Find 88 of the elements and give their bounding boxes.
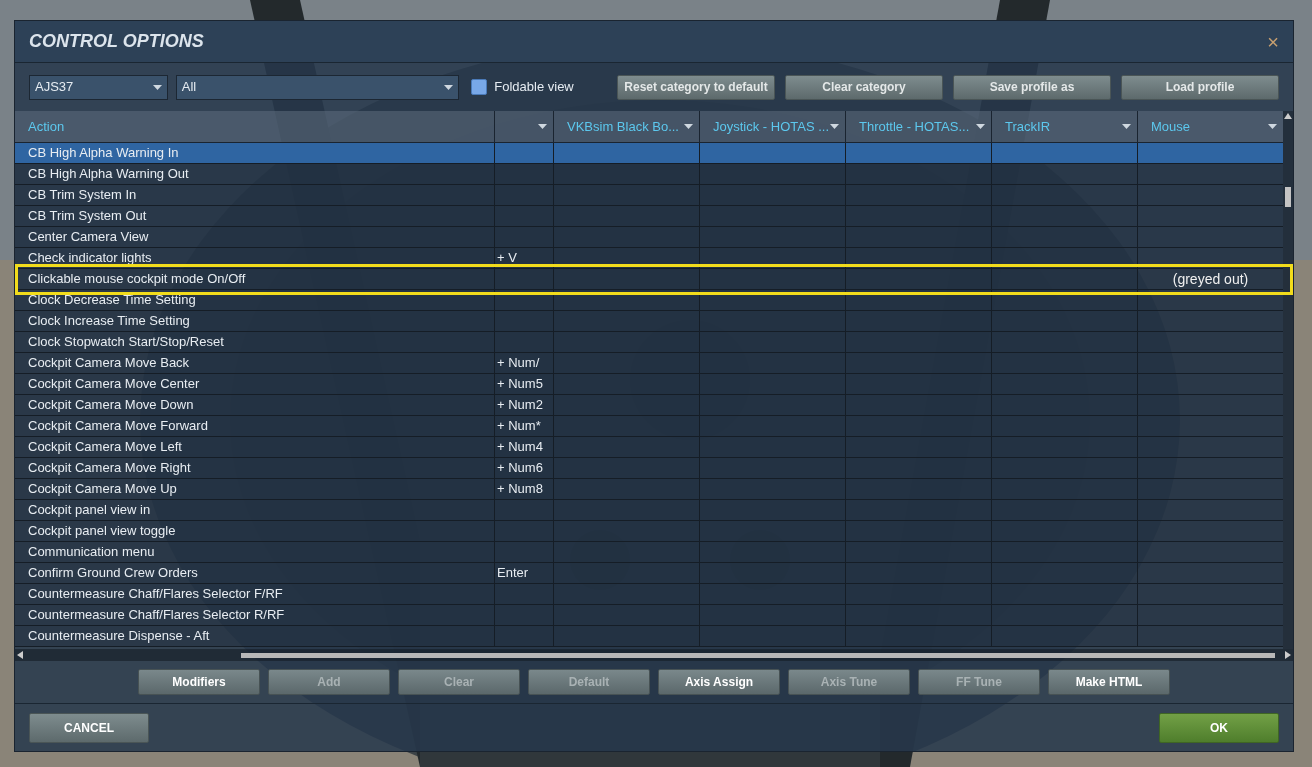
checkbox-label: Foldable view	[494, 78, 574, 97]
action-cell-text: Communication menu	[28, 543, 155, 562]
table-row[interactable]: Cockpit Camera Move Up + Num8	[15, 479, 1283, 500]
action-cell-text: Countermeasure Chaff/Flares Selector R/RF	[28, 606, 285, 625]
table-row[interactable]: Clock Stopwatch Start/Stop/Reset	[15, 332, 1283, 353]
table-row[interactable]: Confirm Ground Crew Orders Enter	[15, 563, 1283, 584]
table-row[interactable]: Cockpit Camera Move Down + Num2	[15, 395, 1283, 416]
action-cell-text: Cockpit panel view toggle	[28, 522, 176, 541]
horizontal-scrollbar[interactable]	[15, 649, 1293, 661]
category-dropdown[interactable]: All	[175, 74, 460, 100]
table-row[interactable]: Clickable mouse cockpit mode On/Off (greyed out)	[15, 269, 1283, 290]
table-row[interactable]: Cockpit Camera Move Back + Num/	[15, 353, 1283, 374]
column-header[interactable]: TrackIR	[992, 111, 1138, 142]
key-binding: + Num4	[497, 438, 543, 457]
aircraft-dropdown[interactable]: AJS37	[29, 74, 168, 100]
column-header[interactable]: Joystick - HOTAS ...	[700, 111, 846, 142]
scroll-right-icon[interactable]	[1285, 651, 1291, 659]
table-row[interactable]: Cockpit Camera Move Right + Num6	[15, 458, 1283, 479]
key-binding: + Num8	[497, 480, 543, 499]
table-row[interactable]: Clock Increase Time Setting	[15, 311, 1283, 332]
action-button[interactable]: Make HTML	[1048, 669, 1170, 695]
action-cell-text: Confirm Ground Crew Orders	[28, 564, 198, 583]
table-row[interactable]: Cockpit Camera Move Left + Num4	[15, 437, 1283, 458]
dropdown-caret-icon	[444, 84, 454, 90]
close-button[interactable]: ×	[1267, 31, 1279, 52]
toolbar-button[interactable]: Save profile as	[953, 74, 1111, 100]
action-cell-text: Center Camera View	[28, 228, 149, 247]
table-row[interactable]: Cockpit Camera Move Forward + Num*	[15, 416, 1283, 437]
dropdown-caret-icon	[152, 84, 162, 90]
toolbar-button[interactable]: Load profile	[1121, 74, 1279, 100]
table-row[interactable]: CB High Alpha Warning Out	[15, 164, 1283, 185]
action-cell-text: Clickable mouse cockpit mode On/Off	[28, 270, 246, 289]
action-cell-text: Cockpit Camera Move Back	[28, 354, 190, 373]
action-cell-text: CB Trim System Out	[28, 207, 147, 226]
table-row[interactable]: Clock Decrease Time Setting	[15, 290, 1283, 311]
key-binding: + V	[497, 249, 517, 268]
scroll-thumb[interactable]	[1285, 187, 1291, 207]
action-cell-text: Cockpit Camera Move Left	[28, 438, 182, 457]
table-row[interactable]: Cockpit Camera Move Center + Num5	[15, 374, 1283, 395]
table-row[interactable]: Countermeasure Dispense - Aft	[15, 626, 1283, 647]
action-button[interactable]: Axis Assign	[658, 669, 780, 695]
column-header[interactable]: Action	[15, 111, 495, 142]
key-binding: + Num6	[497, 459, 543, 478]
action-cell-text: Cockpit Camera Move Forward	[28, 417, 208, 436]
window-title: CONTROL OPTIONS	[29, 30, 204, 53]
key-binding: + Num2	[497, 396, 543, 415]
table-row[interactable]: Countermeasure Chaff/Flares Selector F/RF	[15, 584, 1283, 605]
table-row[interactable]: Countermeasure Chaff/Flares Selector R/RF	[15, 605, 1283, 626]
column-header[interactable]: VKBsim Black Bo...	[554, 111, 700, 142]
action-cell-text: Countermeasure Dispense - Aft	[28, 627, 210, 646]
ok-button[interactable]: OK	[1159, 712, 1279, 743]
key-binding: + Num*	[497, 417, 541, 436]
table-row[interactable]: CB Trim System In	[15, 185, 1283, 206]
table-row[interactable]: Center Camera View	[15, 227, 1283, 248]
toolbar-button[interactable]: Clear category	[785, 74, 943, 100]
action-cell-text: CB High Alpha Warning Out	[28, 165, 189, 184]
column-header[interactable]: Throttle - HOTAS...	[846, 111, 992, 142]
key-binding: + Num5	[497, 375, 543, 394]
action-cell-text: Cockpit Camera Move Up	[28, 480, 177, 499]
action-cell-text: Cockpit Camera Move Right	[28, 459, 191, 478]
action-cell-text: Cockpit panel view in	[28, 501, 151, 520]
table-row[interactable]: Check indicator lights + V	[15, 248, 1283, 269]
action-cell-text: Clock Decrease Time Setting	[28, 291, 196, 310]
checkbox[interactable]	[471, 79, 488, 95]
action-button[interactable]: Modifiers	[138, 669, 260, 695]
key-binding: + Num/	[497, 354, 540, 373]
action-cell-text: Clock Increase Time Setting	[28, 312, 190, 331]
action-cell-text: Cockpit Camera Move Center	[28, 375, 200, 394]
table-row[interactable]: Cockpit panel view toggle	[15, 521, 1283, 542]
table-row[interactable]: Communication menu	[15, 542, 1283, 563]
column-header[interactable]: Mouse	[1138, 111, 1283, 142]
key-binding: Enter	[497, 564, 529, 583]
scroll-left-icon[interactable]	[17, 651, 23, 659]
annotation-note: (greyed out)	[1172, 269, 1249, 289]
table-row[interactable]: Cockpit panel view in	[15, 500, 1283, 521]
action-cell-text: CB High Alpha Warning In	[28, 144, 179, 163]
cancel-button[interactable]: CANCEL	[29, 712, 149, 743]
scroll-up-icon[interactable]	[1284, 113, 1292, 119]
action-cell-text: Cockpit Camera Move Down	[28, 396, 194, 415]
table-row[interactable]: CB Trim System Out	[15, 206, 1283, 227]
toolbar-button[interactable]: Reset category to default	[617, 74, 775, 100]
action-cell-text: CB Trim System In	[28, 186, 137, 205]
table-row[interactable]: CB High Alpha Warning In	[15, 143, 1283, 164]
action-cell-text: Countermeasure Chaff/Flares Selector F/RF	[28, 585, 283, 604]
vertical-scrollbar[interactable]	[1283, 111, 1293, 649]
action-cell-text: Clock Stopwatch Start/Stop/Reset	[28, 333, 224, 352]
scroll-thumb[interactable]	[241, 652, 1275, 658]
action-cell-text: Check indicator lights	[28, 249, 152, 268]
